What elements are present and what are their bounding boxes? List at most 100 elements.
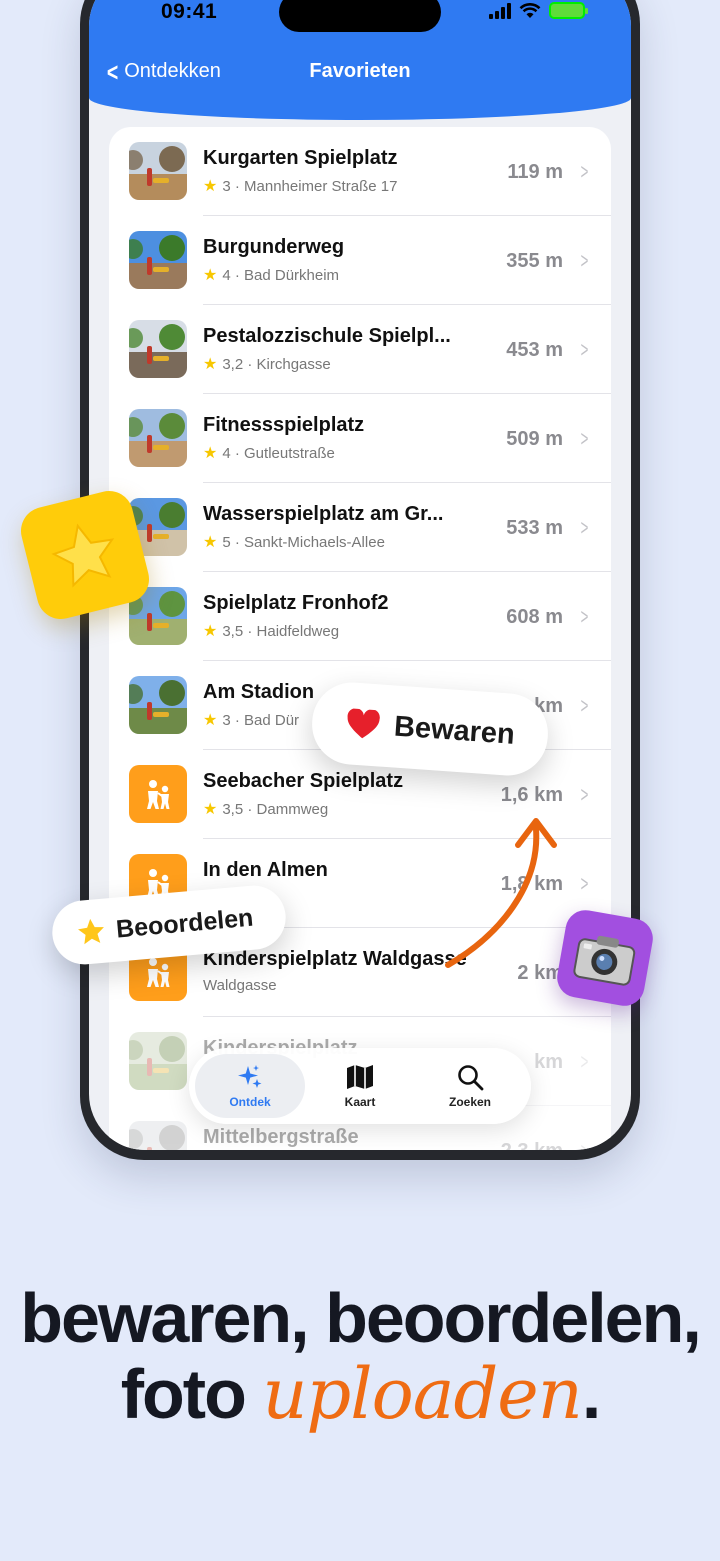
tab-label: Zoeken xyxy=(448,1095,491,1109)
playground-photo xyxy=(129,1121,187,1150)
star-icon: ★ xyxy=(203,267,218,284)
headline-accent: uploaden xyxy=(262,1353,582,1435)
headline-suffix: . xyxy=(581,1355,602,1433)
distance-label: 533 m xyxy=(506,517,563,539)
distance-label: 608 m xyxy=(506,606,563,628)
list-item-title: Mittelbergstraße xyxy=(203,1126,359,1148)
camera-sticker-icon xyxy=(554,907,656,1009)
distance-label: km xyxy=(534,1051,563,1073)
star-icon: ★ xyxy=(203,445,218,462)
list-item[interactable]: Fitnessspielplatz ★ 4 · Gutleutstraße 509 m… xyxy=(109,394,611,483)
playground-photo xyxy=(129,1032,187,1090)
headline-line-2: foto uploaden. xyxy=(0,1356,720,1432)
distance-label: 509 m xyxy=(506,428,563,450)
distance-label: 119 m xyxy=(507,161,563,183)
rating-value: 4 · Bad Dürkheim xyxy=(222,266,340,284)
star-icon: ★ xyxy=(203,712,218,729)
signal-icon xyxy=(489,3,511,19)
chevron-right-icon: > xyxy=(580,693,589,718)
curved-arrow-icon xyxy=(445,818,557,968)
headline-prefix: foto xyxy=(120,1355,263,1433)
list-item-title: In den Almen xyxy=(203,859,328,881)
marketing-headline: bewaren, beoordelen, foto uploaden. xyxy=(0,1280,720,1432)
chevron-right-icon: > xyxy=(580,515,589,540)
chevron-right-icon: > xyxy=(580,871,589,896)
chevron-right-icon: > xyxy=(580,782,589,807)
list-item-subtitle: Waldgasse xyxy=(203,977,277,994)
map-icon xyxy=(347,1065,373,1089)
tab-kaart[interactable]: Kaart xyxy=(305,1054,415,1118)
page-title: Favorieten xyxy=(309,60,411,82)
chevron-right-icon: > xyxy=(581,1138,589,1150)
save-pill: Bewaren xyxy=(309,679,551,779)
list-item[interactable]: Burgunderweg ★ 4 · Bad Dürkheim 355 m > xyxy=(109,216,611,305)
rating-value: 3 · Mannheimer Straße 17 xyxy=(222,177,398,195)
star-icon: ★ xyxy=(203,178,218,195)
rating-value: 3 · Bad Dür xyxy=(222,711,300,729)
favorites-list: Kurgarten Spielplatz ★ 3 · Mannheimer Stra… xyxy=(109,127,611,1150)
list-item[interactable]: Spielplatz Fronhof2 ★ 3,5 · Haidfeldweg 608… xyxy=(109,572,611,661)
list-item-title: Am Stadion xyxy=(203,681,315,703)
rating-value: 3,2 · Kirchgasse xyxy=(222,355,331,373)
list-item-subtitle: ★ 5 · Sankt-Michaels-Allee xyxy=(203,532,385,552)
chevron-right-icon: > xyxy=(580,604,589,629)
star-icon: ★ xyxy=(203,534,218,551)
tab-zoeken[interactable]: Zoeken xyxy=(415,1054,525,1118)
chevron-right-icon: > xyxy=(580,337,589,362)
rate-pill-label: Beoordelen xyxy=(114,903,255,944)
sparkles-icon xyxy=(238,1065,262,1088)
list-item[interactable]: Pestalozzischule Spielpl... ★ 3,2 · Kirchg… xyxy=(109,305,611,394)
star-icon xyxy=(78,918,104,945)
playground-photo xyxy=(129,320,187,378)
distance-label: 453 m xyxy=(506,339,563,361)
playground-icon xyxy=(129,765,187,823)
tab-label: Ontdek xyxy=(229,1095,271,1109)
playground-photo xyxy=(129,142,187,200)
wifi-icon xyxy=(519,3,541,18)
distance-label: 355 m xyxy=(506,250,563,272)
save-pill-label: Bewaren xyxy=(393,710,516,751)
playground-photo xyxy=(129,409,187,467)
list-item-subtitle: ★ 3,2 · Kirchgasse xyxy=(203,354,331,374)
chevron-right-icon: > xyxy=(580,159,589,184)
search-icon xyxy=(458,1065,484,1091)
chevron-right-icon: > xyxy=(580,1049,589,1074)
list-item-title: Kurgarten Spielplatz xyxy=(203,147,398,169)
rating-value: 3,5 · Dammweg xyxy=(222,800,329,818)
nav-header: 09:41 < Ontdekken Favorieten xyxy=(89,0,631,120)
star-icon: ★ xyxy=(203,801,218,818)
playground-photo xyxy=(129,231,187,289)
chevron-right-icon: > xyxy=(580,248,589,273)
dynamic-island xyxy=(279,0,441,32)
star-icon: ★ xyxy=(203,356,218,373)
headline-line-1: bewaren, beoordelen, xyxy=(20,1279,702,1357)
chevron-right-icon: > xyxy=(580,426,589,451)
battery-icon xyxy=(549,2,588,19)
star-icon: ★ xyxy=(203,623,218,640)
address: Waldgasse xyxy=(203,977,277,994)
distance-label: 2,3 km xyxy=(501,1140,563,1150)
heart-icon xyxy=(347,708,380,739)
rating-value: 5 · Sankt-Michaels-Allee xyxy=(222,533,385,551)
list-item-title: Seebacher Spielplatz xyxy=(203,770,404,792)
tab-label: Kaart xyxy=(344,1095,376,1109)
status-icons xyxy=(489,2,588,19)
list-item-subtitle: ★ 3,5 · Haidfeldweg xyxy=(203,621,339,641)
list-item-subtitle: ★ 4 · Bad Dürkheim xyxy=(203,265,339,285)
list-item-subtitle: ★ 3,5 · Dammweg xyxy=(203,799,328,819)
list-item-title: Kinderspielplatz Waldgasse xyxy=(203,948,467,970)
rating-value: 3,5 · Haidfeldweg xyxy=(222,622,340,640)
list-item[interactable]: Kurgarten Spielplatz ★ 3 · Mannheimer Stra… xyxy=(109,127,611,216)
list-item[interactable]: Wasserspielplatz am Gr... ★ 5 · Sankt-Mich… xyxy=(109,483,611,572)
tab-bar: Ontdek Kaart Zoeken xyxy=(189,1048,531,1124)
tab-ontdek[interactable]: Ontdek xyxy=(195,1054,305,1118)
list-item-title: Wasserspielplatz am Gr... xyxy=(203,503,444,525)
list-item-title: Burgunderweg xyxy=(203,236,345,258)
list-item-title: Pestalozzischule Spielpl... xyxy=(203,325,451,347)
list-item-subtitle: ★ 3 · Bad Dür xyxy=(203,710,299,730)
list-item-subtitle: ★ 3 · Mannheimer Straße 17 xyxy=(203,176,397,196)
status-time: 09:41 xyxy=(161,0,218,23)
list-item-title: Spielplatz Fronhof2 xyxy=(203,592,389,614)
rating-value: 4 · Gutleutstraße xyxy=(222,444,335,462)
list-item-subtitle: ★ 4 · Gutleutstraße xyxy=(203,443,335,463)
